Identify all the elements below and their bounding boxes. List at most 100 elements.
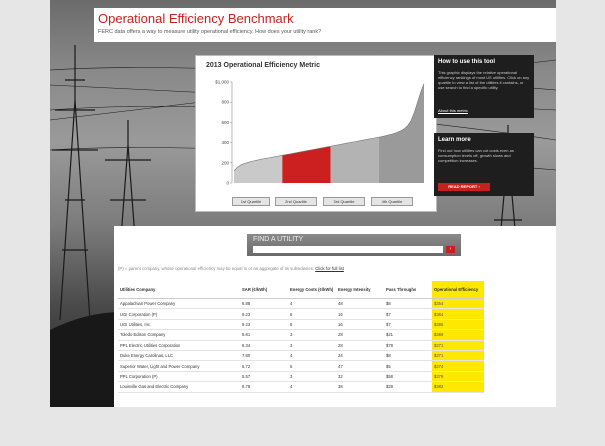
table-cell: $365	[432, 319, 484, 331]
utilities-table: Utilities Company SAR (¢/kWh) Energy Cos…	[118, 281, 484, 393]
table-body: Appalachian Power Company 6.88 4 48 $8 $354 UG…	[118, 298, 484, 393]
table-cell: Superior Water, Light and Power Company	[118, 360, 240, 372]
table-cell: $382	[432, 381, 484, 393]
table-cell: $78	[384, 340, 432, 351]
table-cell: 3	[288, 371, 336, 383]
note-text: (P) = parent company, whose operational …	[118, 266, 315, 271]
table-row[interactable]: Louisville Gas and Electric Company 6.78 4…	[118, 381, 484, 393]
y-tick-label: 800	[221, 100, 229, 105]
col-company[interactable]: Utilities Company	[118, 281, 240, 299]
table-cell: $5	[384, 360, 432, 372]
parent-company-note: (P) = parent company, whose operational …	[118, 266, 344, 271]
table-cell: Appalachian Power Company	[118, 298, 240, 310]
table-cell: $354	[432, 298, 484, 310]
quartile-3-area[interactable]	[330, 137, 379, 183]
table-cell: $371	[432, 350, 484, 362]
how-to-panel: How to use this tool This graphic displa…	[434, 55, 534, 118]
header-panel: Operational Efficiency Benchmark FERC da…	[94, 8, 556, 42]
table-cell: 6	[288, 308, 336, 320]
col-operational-efficiency[interactable]: Operational Efficiency	[432, 281, 484, 299]
table-cell: 6.78	[240, 381, 288, 393]
table-cell: 6.88	[240, 298, 288, 310]
table-cell: 32	[336, 371, 384, 383]
table-row[interactable]: Toledo Edison Company 5.81 3 28 $21 $369	[118, 329, 484, 341]
table-cell: $374	[432, 360, 484, 372]
table-cell: 5.81	[240, 329, 288, 341]
table-cell: $8	[384, 350, 432, 362]
table-cell: 5.57	[240, 371, 288, 383]
table-cell: $379	[432, 371, 484, 383]
table-cell: Louisville Gas and Electric Company	[118, 381, 240, 393]
table-cell: 16	[336, 319, 384, 331]
results-panel: FIND A UTILITY › (P) = parent company, w…	[114, 226, 556, 407]
table-cell: 3	[288, 340, 336, 351]
page-title: Operational Efficiency Benchmark	[98, 11, 294, 26]
page-frame: Operational Efficiency Benchmark FERC da…	[50, 0, 556, 407]
table-cell: 3	[288, 329, 336, 341]
table-cell: 16	[336, 308, 384, 320]
quartile-2-area[interactable]	[282, 146, 331, 183]
search-box: FIND A UTILITY ›	[247, 234, 461, 256]
quartile-1-area[interactable]	[234, 155, 283, 183]
table-cell: $369	[432, 329, 484, 341]
table-cell: UGI Corporation (P)	[118, 308, 240, 320]
quartile-4-area[interactable]	[378, 83, 424, 183]
full-list-link[interactable]: Click for full list	[315, 266, 344, 271]
y-tick-label: $1,000	[215, 80, 229, 85]
table-cell: 5	[288, 360, 336, 372]
table-row[interactable]: PPL Electric Utilities Corporation 6.34 3 2…	[118, 340, 484, 351]
read-report-button[interactable]: READ REPORT ›	[438, 183, 490, 191]
table-row[interactable]: Duke Energy Carolinas, LLC 7.80 4 34 $8 $371	[118, 350, 484, 362]
y-tick-label: 200	[221, 160, 229, 165]
table-row[interactable]: PPL Corporation (P) 5.57 3 32 $58 $379	[118, 371, 484, 383]
search-button[interactable]: ›	[446, 246, 455, 253]
table-row[interactable]: Appalachian Power Company 6.88 4 48 $8 $354	[118, 298, 484, 310]
table-cell: $7	[384, 319, 432, 331]
quartile-3-button[interactable]: 3rd Quartile	[323, 197, 365, 206]
table-cell: 34	[336, 350, 384, 362]
learn-more-panel: Learn more Find out how utilities can cu…	[434, 133, 534, 196]
col-sar[interactable]: SAR (¢/kWh)	[240, 281, 288, 299]
table-row[interactable]: Superior Water, Light and Power Company 6…	[118, 360, 484, 372]
table-cell: 7.80	[240, 350, 288, 362]
chart-panel: 2013 Operational Efficiency Metric $1,00…	[195, 55, 437, 212]
search-label: FIND A UTILITY	[253, 236, 304, 243]
table-cell: 47	[336, 360, 384, 372]
quartile-4-button[interactable]: 4th Quartile	[371, 197, 413, 206]
table-cell: PPL Corporation (P)	[118, 371, 240, 383]
table-cell: $7	[384, 308, 432, 320]
table-row[interactable]: UGI Corporation (P) 9.23 6 16 $7 $364	[118, 308, 484, 320]
search-input[interactable]	[253, 246, 443, 253]
col-energy-intensity[interactable]: Energy Intensity	[336, 281, 384, 299]
table-cell: $58	[384, 371, 432, 383]
table-cell: $371	[432, 340, 484, 351]
table-cell: 4	[288, 381, 336, 393]
about-metric-link[interactable]: About this metric	[438, 108, 468, 113]
quartile-2-button[interactable]: 2nd Quartile	[275, 197, 317, 206]
table-cell: 6.72	[240, 360, 288, 372]
table-cell: 48	[336, 298, 384, 310]
learn-more-text: Find out how utilities can cut costs eve…	[438, 148, 514, 163]
table-cell: Duke Energy Carolinas, LLC	[118, 350, 240, 362]
y-tick-label: 600	[221, 120, 229, 125]
col-energy-costs[interactable]: Energy Costs (¢/kWh)	[288, 281, 336, 299]
table-cell: 6.34	[240, 340, 288, 351]
how-to-text: This graphic displays the relative opera…	[438, 70, 530, 90]
table-cell: 28	[336, 340, 384, 351]
table-cell: 9.23	[240, 319, 288, 331]
y-tick-label: 0	[226, 181, 229, 186]
table-cell: Toledo Edison Company	[118, 329, 240, 341]
efficiency-chart: $1,000 800 600 400 200 0	[215, 80, 425, 186]
page-subtitle: FERC data offers a way to measure utilit…	[98, 29, 322, 35]
table-cell: 4	[288, 350, 336, 362]
table-row[interactable]: UGI Utilities, Inc. 9.23 6 16 $7 $365	[118, 319, 484, 331]
learn-more-title: Learn more	[438, 137, 471, 143]
table-cell: PPL Electric Utilities Corporation	[118, 340, 240, 351]
y-tick-label: 400	[221, 140, 229, 145]
quartile-1-button[interactable]: 1st Quartile	[232, 197, 270, 206]
col-pass-throughs[interactable]: Pass Throughs	[384, 281, 432, 299]
table-cell: 9.23	[240, 308, 288, 320]
table-cell: 6	[288, 319, 336, 331]
table-cell: $364	[432, 308, 484, 320]
table-cell: UGI Utilities, Inc.	[118, 319, 240, 331]
